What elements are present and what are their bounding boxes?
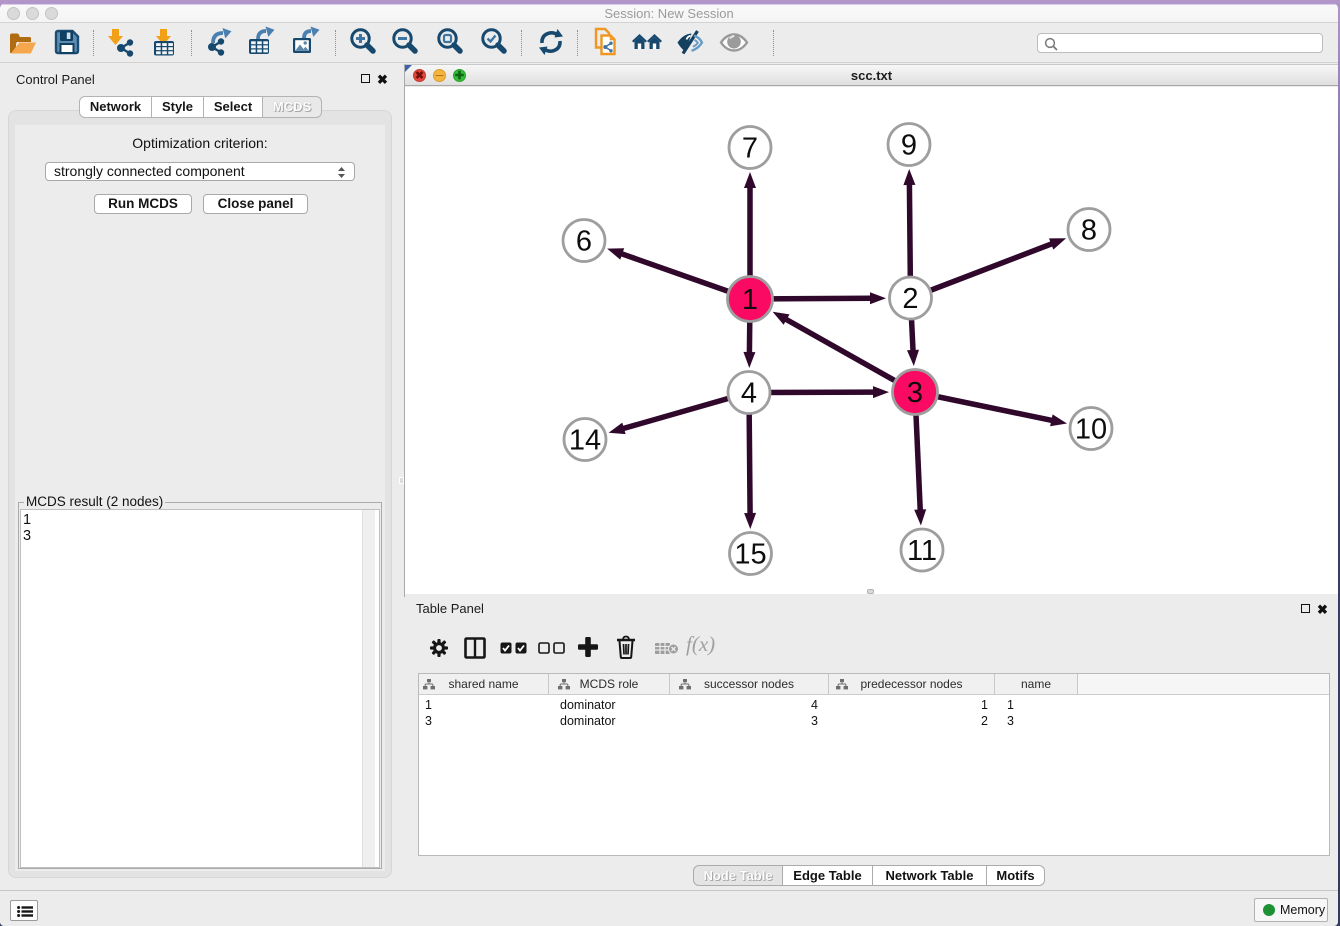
- svg-text:6: 6: [576, 226, 592, 258]
- svg-text:8: 8: [1081, 215, 1097, 247]
- svg-text:14: 14: [569, 425, 601, 457]
- svg-text:11: 11: [907, 535, 937, 567]
- svg-text:1: 1: [742, 284, 758, 316]
- svg-text:15: 15: [734, 539, 766, 571]
- svg-text:4: 4: [741, 378, 757, 410]
- svg-text:3: 3: [907, 377, 923, 409]
- svg-text:7: 7: [742, 133, 758, 165]
- svg-text:9: 9: [901, 130, 917, 162]
- svg-text:2: 2: [902, 283, 918, 315]
- svg-text:10: 10: [1075, 414, 1107, 446]
